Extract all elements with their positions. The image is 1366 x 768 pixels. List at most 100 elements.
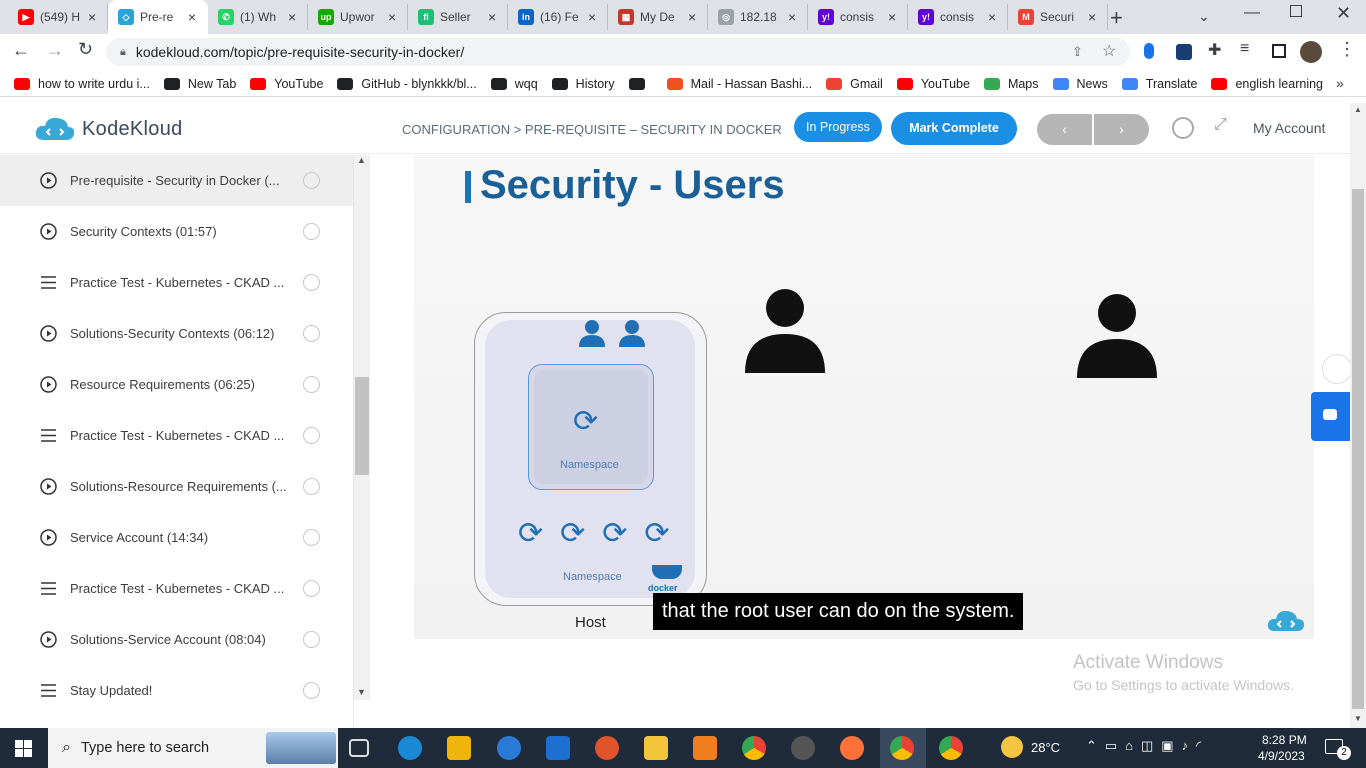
browser-tab[interactable]: fi Seller × [408, 4, 508, 30]
file-explorer-icon[interactable] [644, 736, 668, 760]
taskbar-search-box[interactable]: ⌕ Type here to search [48, 728, 338, 768]
video-player[interactable]: Security - Users ⟳ Namespace ⟳ ⟳ ⟳ ⟳ Nam… [414, 155, 1314, 639]
extensions-puzzle-icon[interactable]: ✚ [1208, 40, 1221, 60]
completion-circle-icon[interactable] [303, 580, 320, 597]
scroll-down-arrow[interactable]: ▼ [357, 687, 366, 697]
sidebar-scrollbar[interactable]: ▲ ▼ [354, 155, 370, 700]
dark-mode-toggle-icon[interactable] [1172, 117, 1194, 139]
share-icon[interactable]: ⇪ [1072, 44, 1083, 60]
tab-close-icon[interactable]: × [288, 9, 296, 25]
download-extension-icon[interactable] [1176, 44, 1192, 60]
completion-circle-icon[interactable] [303, 427, 320, 444]
sidebar-lesson-item[interactable]: Pre-requisite - Security in Docker (... [0, 155, 353, 206]
browser-tab[interactable]: up Upwor × [308, 4, 408, 30]
side-panel-icon[interactable] [1272, 44, 1286, 58]
completion-circle-icon[interactable] [303, 325, 320, 342]
tab-close-icon[interactable]: × [388, 9, 396, 25]
scroll-thumb[interactable] [355, 377, 369, 475]
bookmark-item[interactable]: News [1052, 77, 1108, 91]
bookmark-item[interactable]: wqq [490, 77, 538, 91]
firefox-icon[interactable] [840, 736, 864, 760]
sidebar-lesson-item[interactable]: Solutions-Resource Requirements (... [0, 461, 353, 512]
bookmark-item[interactable]: New Tab [163, 77, 236, 91]
restore-button[interactable] [1290, 5, 1302, 17]
browser-tab[interactable]: ◎ 182.18 × [708, 4, 808, 30]
prev-lesson-button[interactable]: ‹ [1037, 114, 1092, 145]
tab-close-icon[interactable]: × [988, 9, 996, 25]
kodekloud-logo[interactable]: KodeKloud [34, 114, 183, 144]
address-bar[interactable]: 🔒︎ kodekloud.com/topic/pre-requisite-sec… [106, 38, 1130, 66]
mark-complete-button[interactable]: Mark Complete [891, 112, 1017, 145]
scroll-thumb[interactable] [1352, 189, 1364, 709]
forward-arrow-icon[interactable]: → [46, 40, 64, 61]
tab-close-icon[interactable]: × [588, 9, 596, 25]
app-icon[interactable] [791, 736, 815, 760]
completion-circle-icon[interactable] [303, 529, 320, 546]
completion-circle-icon[interactable] [303, 274, 320, 291]
bookmark-item[interactable]: Mail - Hassan Bashi... [666, 77, 812, 91]
tab-close-icon[interactable]: × [88, 9, 96, 25]
browser-tab[interactable]: ✆ (1) Wh × [208, 4, 308, 30]
tab-close-icon[interactable]: × [888, 9, 896, 25]
weather-temp[interactable]: 28°C [1031, 740, 1060, 755]
sidebar-lesson-item[interactable]: Practice Test - Kubernetes - CKAD ... [0, 257, 353, 308]
chrome-menu-icon[interactable]: ⋮ [1338, 39, 1356, 60]
app-icon[interactable] [693, 736, 717, 760]
scroll-up-arrow[interactable]: ▲ [357, 155, 366, 165]
profile-avatar[interactable] [1300, 41, 1322, 63]
task-view-icon[interactable] [349, 739, 369, 757]
tab-close-icon[interactable]: × [188, 9, 196, 25]
tab-close-icon[interactable]: × [688, 9, 696, 25]
bookmark-item[interactable]: YouTube [896, 77, 970, 91]
page-scrollbar[interactable]: ▲ ▼ [1350, 103, 1366, 728]
tab-close-icon[interactable]: × [788, 9, 796, 25]
bookmark-item[interactable]: GitHub - blynkkk/bl... [337, 77, 477, 91]
scroll-down-arrow[interactable]: ▼ [1354, 714, 1362, 723]
tray-icons[interactable]: ⌃▭⌂◫▣♪◜ [1086, 738, 1209, 754]
sidebar-lesson-item[interactable]: Stay Updated! [0, 665, 353, 716]
browser-tab[interactable]: y! consis × [808, 4, 908, 30]
chat-widget-button[interactable] [1311, 392, 1350, 441]
close-window-button[interactable]: ✕ [1336, 3, 1351, 24]
media-control-icon[interactable]: ≡ [1240, 40, 1249, 58]
microsoft-store-icon[interactable] [447, 736, 471, 760]
clock-date[interactable]: 4/9/2023 [1258, 749, 1305, 763]
sidebar-lesson-item[interactable]: Service Account (14:34) [0, 512, 353, 563]
sidebar-lesson-item[interactable]: Security Contexts (01:57) [0, 206, 353, 257]
weather-icon[interactable] [1001, 736, 1023, 758]
completion-circle-icon[interactable] [303, 478, 320, 495]
bookmark-item[interactable]: Gmail [826, 77, 883, 91]
completion-circle-icon[interactable] [303, 172, 320, 189]
browser-tab[interactable]: in (16) Fe × [508, 4, 608, 30]
completion-circle-icon[interactable] [303, 376, 320, 393]
bookmark-item[interactable]: how to write urdu i... [14, 77, 150, 91]
edge-browser-icon[interactable] [398, 736, 422, 760]
chrome-profile-icon[interactable] [890, 736, 914, 760]
browser-tab[interactable]: ▶ (549) H × [8, 4, 108, 30]
browser-tab[interactable]: ▦ My De × [608, 4, 708, 30]
clock-time[interactable]: 8:28 PM [1262, 733, 1307, 747]
bookmark-item[interactable] [628, 77, 653, 90]
bookmark-item[interactable]: Translate [1121, 77, 1197, 91]
tab-search-icon[interactable]: ⌄ [1198, 8, 1210, 25]
more-bookmarks-icon[interactable]: » [1336, 75, 1344, 91]
browser-tab[interactable]: M Securi × [1008, 4, 1108, 30]
completion-circle-icon[interactable] [303, 682, 320, 699]
windows-start-icon[interactable] [15, 740, 32, 757]
voice-widget-icon[interactable] [1322, 354, 1352, 384]
completion-circle-icon[interactable] [303, 223, 320, 240]
sidebar-lesson-item[interactable]: Solutions-Service Account (08:04) [0, 614, 353, 665]
app-icon[interactable] [595, 736, 619, 760]
tab-close-icon[interactable]: × [488, 9, 496, 25]
next-lesson-button[interactable]: › [1094, 114, 1149, 145]
app-icon[interactable] [497, 736, 521, 760]
bookmark-item[interactable]: Maps [983, 77, 1039, 91]
chrome-icon[interactable] [742, 736, 766, 760]
mic-extension-icon[interactable] [1144, 43, 1154, 59]
fullscreen-icon[interactable]: ⤢ [1214, 116, 1227, 134]
sidebar-lesson-item[interactable]: Resource Requirements (06:25) [0, 359, 353, 410]
my-account-link[interactable]: My Account [1253, 120, 1325, 136]
bookmark-star-icon[interactable]: ☆ [1102, 41, 1116, 61]
bookmark-item[interactable]: History [551, 77, 615, 91]
mail-icon[interactable] [546, 736, 570, 760]
